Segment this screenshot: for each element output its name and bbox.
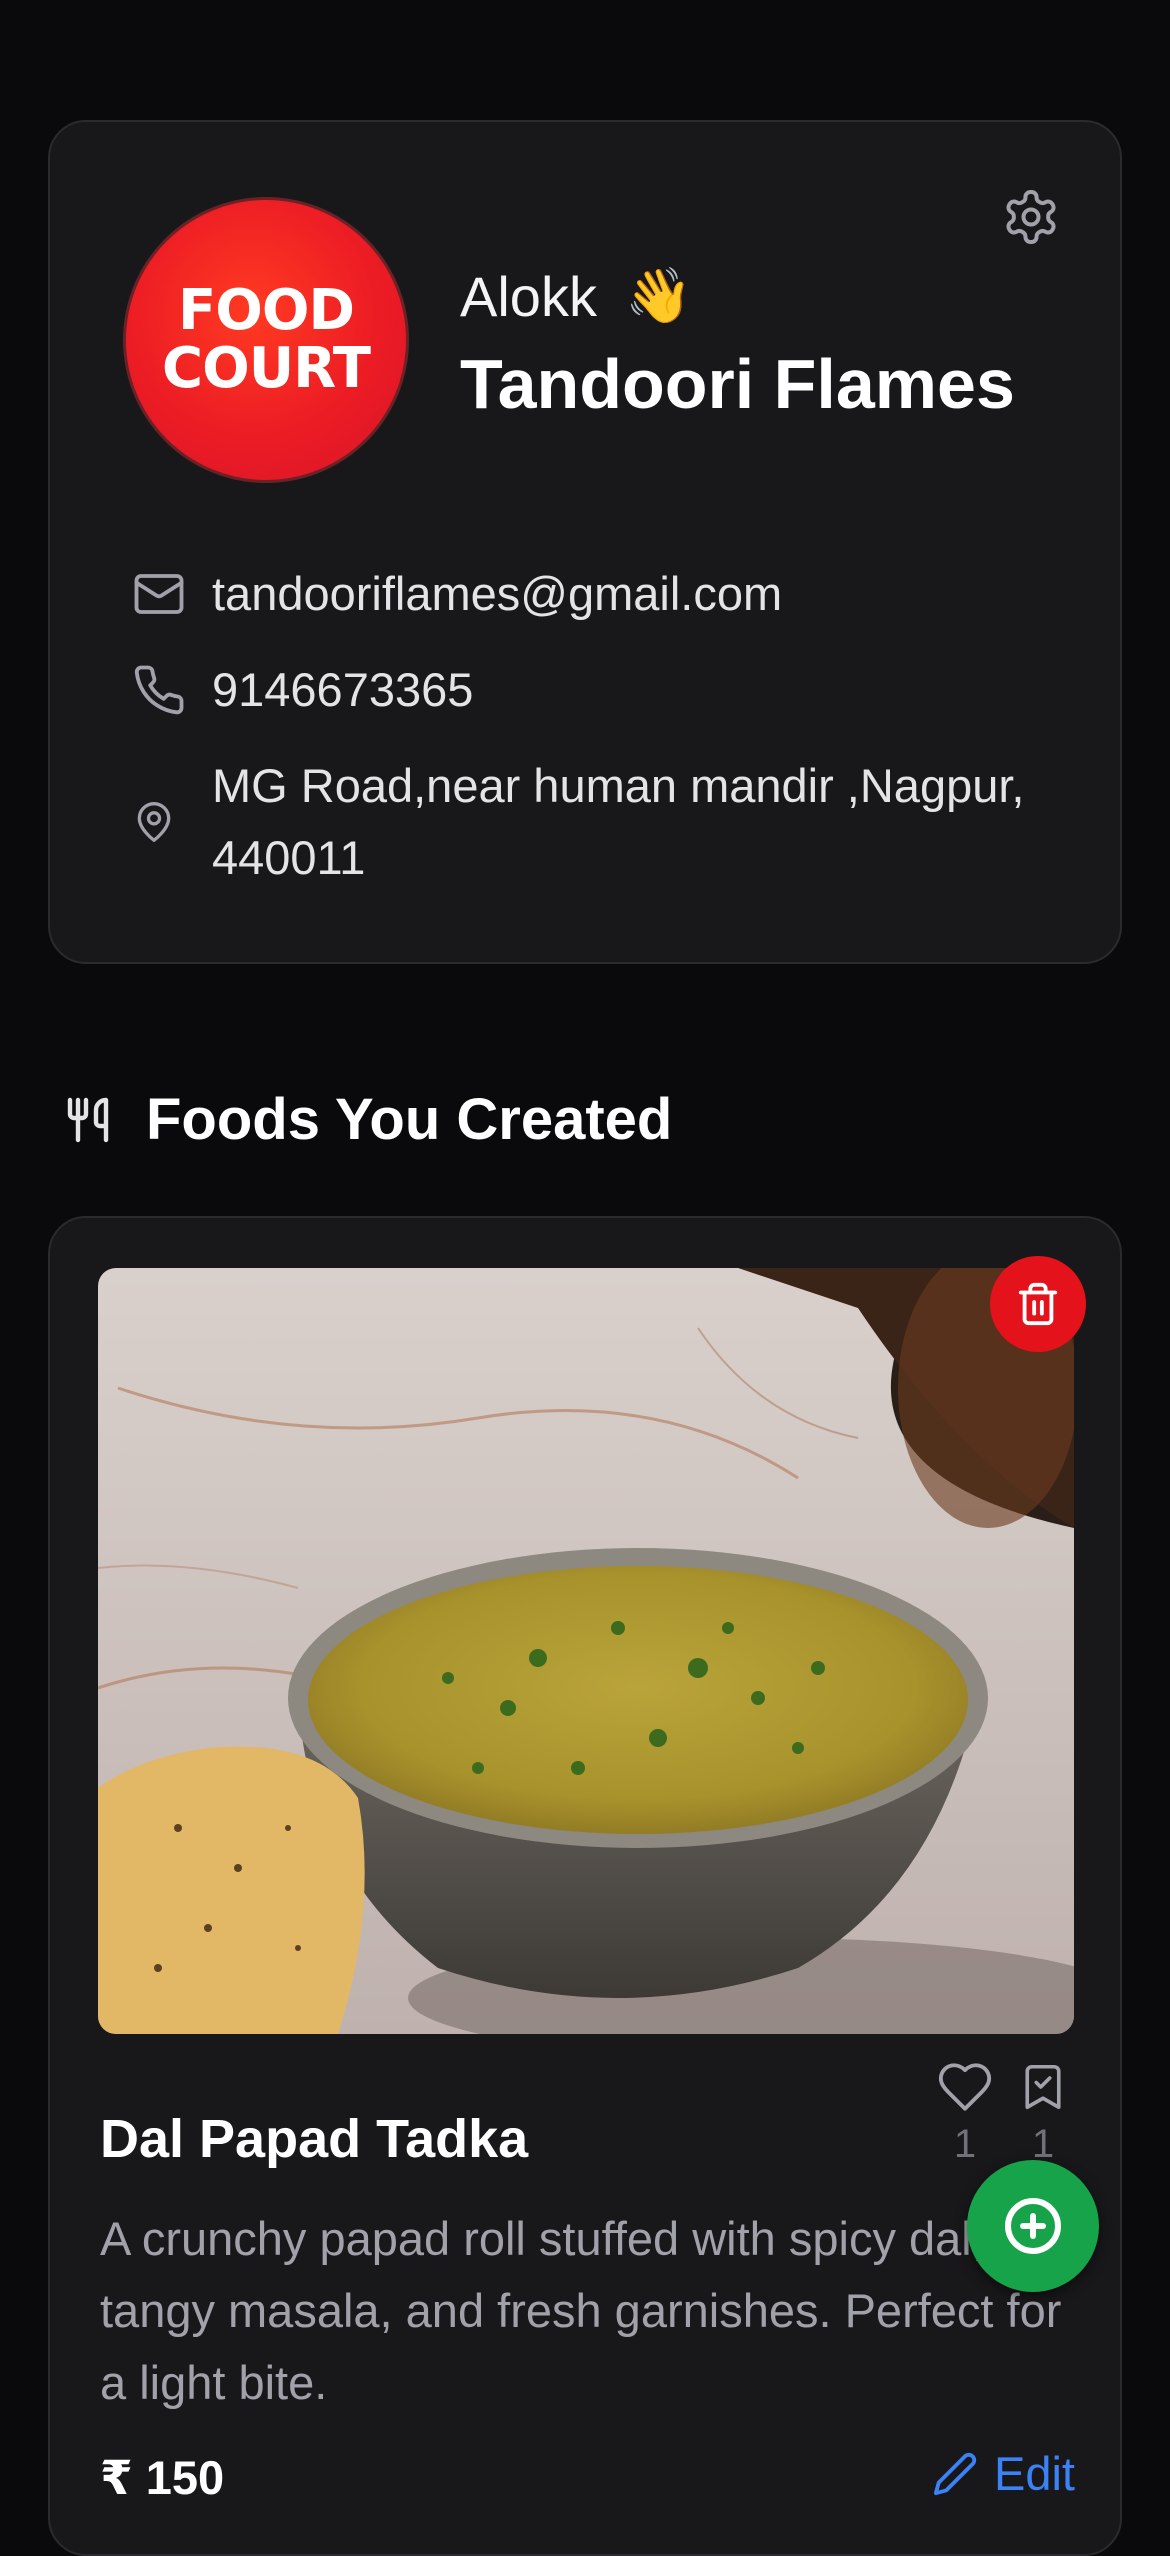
gear-icon — [1006, 190, 1056, 244]
like-group[interactable]: 1 — [936, 2058, 994, 2167]
food-price: ₹ 150 — [100, 2451, 225, 2504]
email-text: tandooriflames@gmail.com — [212, 567, 783, 620]
restaurant-logo: FOOD COURT — [123, 197, 409, 483]
food-title: Dal Papad Tadka — [100, 2109, 529, 2169]
section-title: Foods You Created — [146, 1087, 673, 1152]
save-group[interactable]: 1 — [1016, 2058, 1070, 2167]
add-food-button[interactable] — [967, 2160, 1099, 2292]
plus-circle-icon — [1005, 2198, 1061, 2254]
restaurant-name: Tandoori Flames — [460, 345, 1015, 423]
heart-icon[interactable] — [936, 2058, 994, 2116]
logo-line-2: COURT — [162, 336, 371, 401]
trash-icon — [1018, 1282, 1058, 1326]
mail-icon — [134, 574, 184, 614]
food-image[interactable] — [98, 1268, 1074, 2034]
phone-text: 9146673365 — [212, 663, 474, 716]
logo-line-1: FOOD — [178, 278, 355, 343]
phone-row: 9146673365 — [132, 654, 1072, 726]
greeting: Alokk 👋 — [460, 264, 692, 329]
bookmark-check-icon[interactable] — [1016, 2058, 1070, 2116]
delete-button[interactable] — [990, 1256, 1086, 1352]
address-text: MG Road,near human mandir ,Nagpur, 44001… — [212, 759, 1025, 884]
section-header: Foods You Created — [64, 1086, 672, 1153]
owner-name: Alokk — [460, 265, 597, 328]
edit-button[interactable]: Edit — [932, 2446, 1075, 2501]
edit-label: Edit — [994, 2447, 1075, 2500]
settings-button[interactable] — [996, 182, 1066, 252]
utensils-icon — [67, 1097, 109, 1142]
wave-emoji: 👋 — [624, 266, 693, 326]
phone-icon — [134, 665, 184, 715]
dal-bowl-photo — [98, 1268, 1074, 2034]
food-description: A crunchy papad roll stuffed with spicy … — [100, 2212, 1062, 2409]
pencil-icon — [933, 2452, 977, 2495]
like-count: 1 — [953, 2122, 977, 2166]
map-pin-icon — [137, 802, 171, 842]
food-card[interactable]: 1 1 Dal Papad Tadka A crunchy papad roll… — [48, 1216, 1122, 2556]
email-row: tandooriflames@gmail.com — [132, 558, 1072, 630]
profile-card: FOOD COURT Alokk 👋 Tandoori Flames tando… — [48, 120, 1122, 964]
address-row: MG Road,near human mandir ,Nagpur, 44001… — [132, 750, 1072, 894]
